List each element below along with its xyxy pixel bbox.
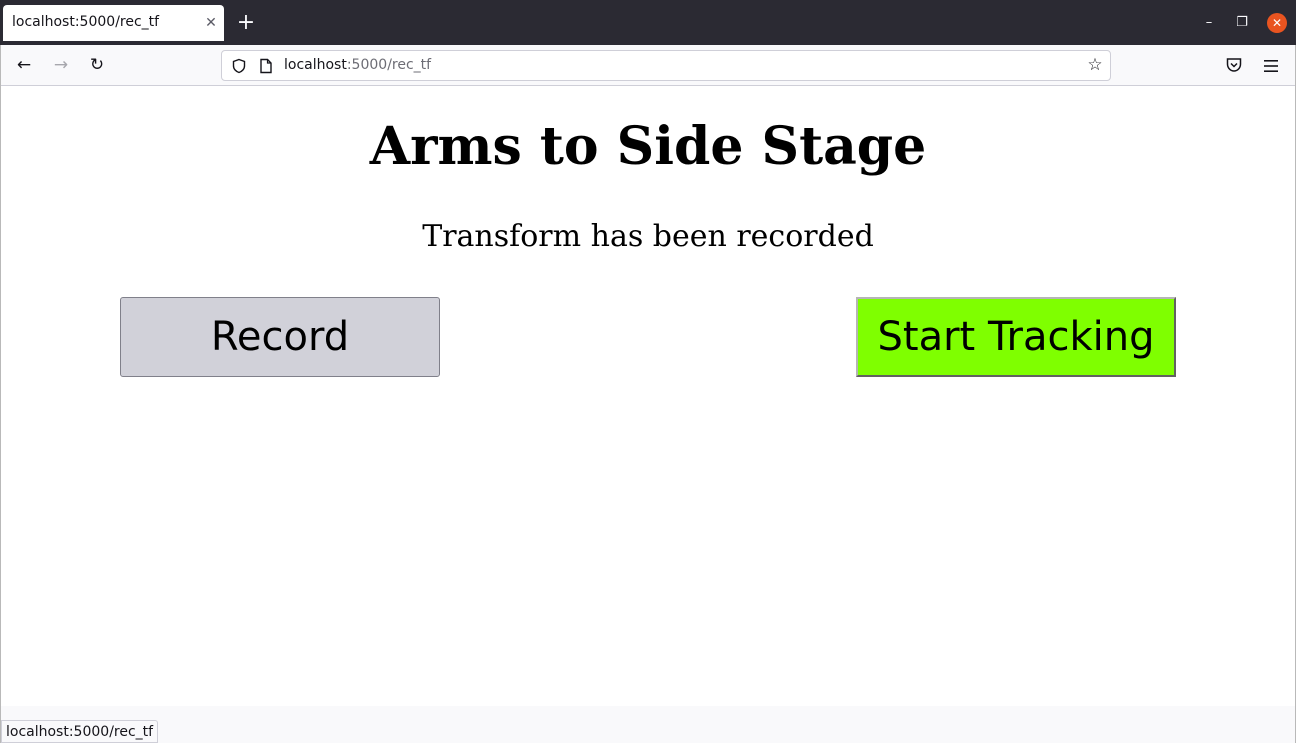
- maximize-icon[interactable]: ❐: [1233, 14, 1251, 32]
- page-icon[interactable]: [259, 58, 273, 74]
- tab-strip: localhost:5000/rec_tf ✕ + – ❐ ✕: [0, 0, 1296, 45]
- url-path: :5000/rec_tf: [346, 57, 432, 73]
- navigation-toolbar: ← → ↻ localhost:5000/rec_tf ☆: [0, 45, 1296, 86]
- close-icon[interactable]: ✕: [203, 15, 219, 31]
- shield-icon[interactable]: [231, 58, 247, 74]
- pocket-icon[interactable]: [1225, 56, 1243, 74]
- url-text[interactable]: localhost:5000/rec_tf: [284, 57, 431, 73]
- page-content: Arms to Side Stage Transform has been re…: [1, 86, 1295, 706]
- star-icon[interactable]: ☆: [1086, 56, 1104, 74]
- arrow-left-icon[interactable]: ←: [13, 54, 35, 76]
- bottom-strip: [1, 706, 1295, 743]
- window-border-left: [0, 45, 1, 743]
- status-message: Transform has been recorded: [422, 219, 874, 254]
- start-tracking-button[interactable]: Start Tracking: [856, 297, 1176, 377]
- reload-icon[interactable]: ↻: [86, 54, 108, 76]
- status-bar-url: localhost:5000/rec_tf: [1, 720, 159, 743]
- window-close-icon[interactable]: ✕: [1267, 13, 1287, 33]
- arrow-right-icon[interactable]: →: [50, 54, 72, 76]
- browser-tab[interactable]: localhost:5000/rec_tf ✕: [3, 5, 224, 41]
- page-title: Arms to Side Stage: [369, 116, 927, 177]
- url-host: localhost: [284, 57, 347, 73]
- record-button[interactable]: Record: [120, 297, 440, 377]
- tab-title: localhost:5000/rec_tf: [12, 14, 160, 30]
- plus-icon[interactable]: +: [236, 12, 256, 34]
- hamburger-menu-icon[interactable]: [1262, 57, 1280, 75]
- url-bar[interactable]: localhost:5000/rec_tf ☆: [221, 50, 1111, 81]
- minimize-icon[interactable]: –: [1200, 14, 1218, 32]
